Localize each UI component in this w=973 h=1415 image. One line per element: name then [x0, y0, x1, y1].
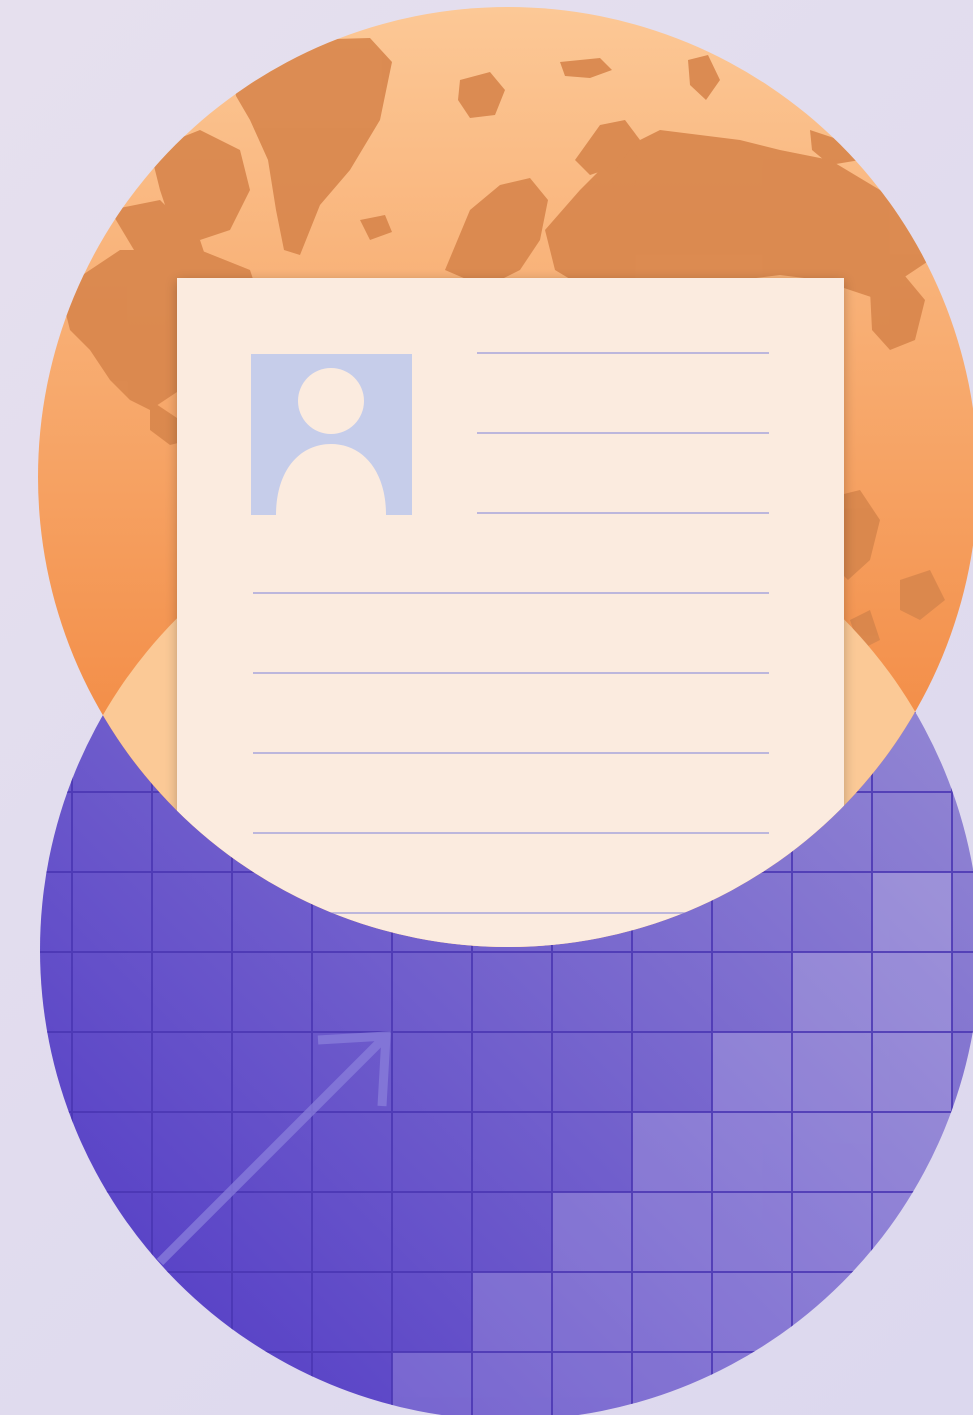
global-career-illustration: [38, 7, 973, 1415]
resume-document-icon: [177, 278, 844, 947]
person-avatar-icon: [251, 354, 412, 515]
